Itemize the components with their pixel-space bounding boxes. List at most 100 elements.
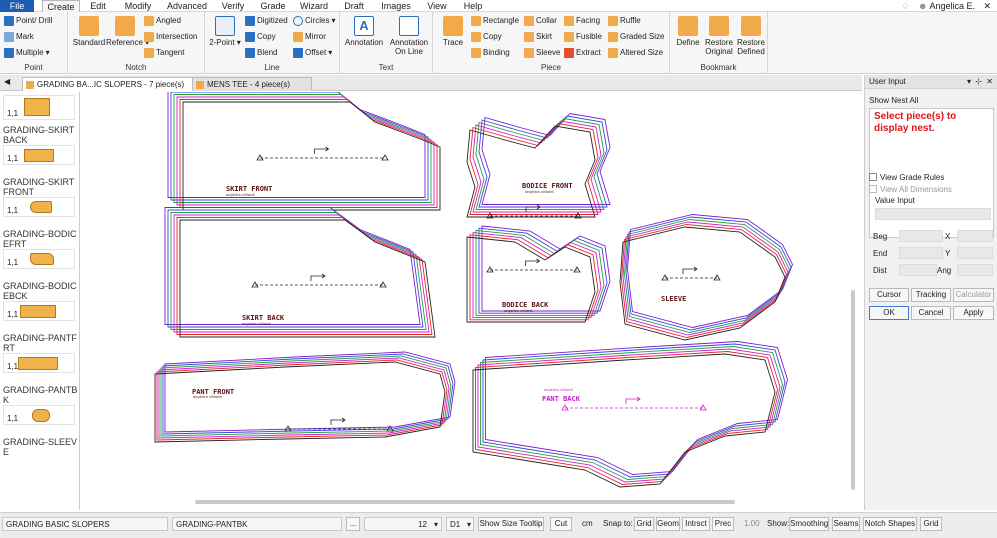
menu-modify[interactable]: Modify: [120, 0, 156, 12]
pant-back-piece[interactable]: [472, 341, 788, 488]
piece-thumbnail[interactable]: 1,1: [3, 197, 75, 217]
style-name-field[interactable]: GRADING BASIC SLOPERS: [2, 517, 168, 531]
end-field[interactable]: [899, 247, 943, 259]
standard-notch-button[interactable]: Standard: [71, 16, 107, 47]
view-all-dimensions-checkbox[interactable]: View All Dimensions: [869, 185, 952, 194]
reference-notch-button[interactable]: Reference ▾: [106, 16, 149, 47]
piece-thumbnail[interactable]: 1,1: [3, 353, 75, 373]
snap-prec-button[interactable]: Prec: [712, 517, 734, 531]
binding-button[interactable]: Binding: [471, 47, 510, 59]
horizontal-scrollbar[interactable]: [195, 500, 735, 504]
tab-scroll-left-icon[interactable]: ◀: [4, 77, 10, 86]
panel-close-icon[interactable]: ✕: [986, 75, 993, 89]
altered-size-button[interactable]: Altered Size: [608, 47, 663, 59]
piece-name[interactable]: GRADING-SKIRTBACK: [3, 125, 79, 145]
skirt-front-piece[interactable]: [167, 89, 441, 211]
cut-button[interactable]: Cut: [550, 517, 572, 531]
tab-grading-basic-slopers[interactable]: GRADING BA...IC SLOPERS - 7 piece(s): [22, 77, 198, 91]
menu-edit[interactable]: Edit: [84, 0, 112, 12]
point-drill-button[interactable]: Point/ Drill: [4, 15, 52, 27]
show-size-tooltip-button[interactable]: Show Size Tooltip: [478, 517, 544, 531]
tab-mens-tee[interactable]: MENS TEE - 4 piece(s): [192, 77, 312, 91]
menu-verify[interactable]: Verify: [218, 0, 248, 12]
piece-thumbnail[interactable]: 1,1: [3, 145, 75, 165]
snap-intrsct-button[interactable]: Intrsct: [682, 517, 710, 531]
line-copy-button[interactable]: Copy: [245, 31, 276, 43]
restore-defined-button[interactable]: Restore Defined: [735, 16, 767, 56]
show-notch-shapes-button[interactable]: Notch Shapes: [863, 517, 917, 531]
dimension-select[interactable]: D1 ▾: [446, 517, 474, 531]
piece-name[interactable]: GRADING-SLEEVE: [3, 437, 79, 457]
ruffle-button[interactable]: Ruffle: [608, 15, 641, 27]
rectangle-button[interactable]: Rectangle: [471, 15, 519, 27]
angled-button[interactable]: Angled: [144, 15, 181, 27]
cursor-button[interactable]: Cursor: [869, 288, 909, 302]
browse-button[interactable]: ...: [346, 517, 360, 531]
collar-button[interactable]: Collar: [524, 15, 557, 27]
piece-name-field[interactable]: GRADING-PANTBK: [172, 517, 342, 531]
menu-advanced[interactable]: Advanced: [166, 0, 208, 12]
piece-thumbnail[interactable]: 1,1: [3, 405, 75, 425]
menu-images[interactable]: Images: [378, 0, 414, 12]
unit-label[interactable]: cm: [582, 517, 593, 531]
show-seams-button[interactable]: Seams: [832, 517, 860, 531]
define-bookmark-button[interactable]: Define: [673, 16, 703, 47]
snap-grid-button[interactable]: Grid: [634, 517, 654, 531]
skirt-button[interactable]: Skirt: [524, 31, 552, 43]
pin-icon[interactable]: ⊹: [975, 75, 982, 89]
bodice-front-piece[interactable]: [466, 113, 611, 218]
annotation-button[interactable]: A Annotation: [342, 16, 386, 47]
piece-name[interactable]: GRADING-BODICEFRT: [3, 229, 79, 249]
digitized-button[interactable]: Digitized: [245, 15, 288, 27]
piece-name[interactable]: GRADING-PANTBK: [3, 385, 79, 405]
calculator-button[interactable]: Calculator: [953, 288, 994, 302]
sleeve-button[interactable]: Sleeve: [524, 47, 560, 59]
piece-thumbnail[interactable]: 1,1: [3, 249, 75, 269]
mark-button[interactable]: Mark: [4, 31, 34, 43]
multiple-button[interactable]: Multiple ▾: [4, 47, 50, 59]
menu-grade[interactable]: Grade: [258, 0, 288, 12]
graded-size-button[interactable]: Graded Size: [608, 31, 664, 43]
menu-draft[interactable]: Draft: [340, 0, 368, 12]
close-window-icon[interactable]: ✕: [983, 0, 991, 12]
trace-button[interactable]: Trace: [437, 16, 469, 47]
menu-create[interactable]: Create: [42, 0, 80, 12]
sleeve-piece[interactable]: [619, 214, 793, 341]
ok-button[interactable]: OK: [869, 306, 909, 320]
show-smoothing-button[interactable]: Smoothing: [789, 517, 829, 531]
restore-original-button[interactable]: Restore Original: [703, 16, 735, 56]
menu-help[interactable]: Help: [460, 0, 486, 12]
menu-view[interactable]: View: [424, 0, 450, 12]
piece-name[interactable]: GRADING-SKIRTFRONT: [3, 177, 79, 197]
circles-button[interactable]: Circles ▾: [293, 15, 335, 27]
blend-button[interactable]: Blend: [245, 47, 277, 59]
apply-button[interactable]: Apply: [953, 306, 994, 320]
bell-icon[interactable]: ♢: [901, 1, 909, 11]
show-grid-button[interactable]: Grid: [920, 517, 942, 531]
intersection-button[interactable]: Intersection: [144, 31, 197, 43]
mirror-button[interactable]: Mirror: [293, 31, 326, 43]
two-point-button[interactable]: 2-Point ▾: [209, 16, 241, 47]
tracking-button[interactable]: Tracking: [911, 288, 951, 302]
pattern-canvas[interactable]: SKIRT FRONT SKIRT BACK BODICE FRONT BODI…: [85, 89, 855, 508]
tangent-button[interactable]: Tangent: [144, 47, 184, 59]
piece-name[interactable]: GRADING-BODICEBCK: [3, 281, 79, 301]
facing-button[interactable]: Facing: [564, 15, 600, 27]
offset-button[interactable]: Offset ▾: [293, 47, 332, 59]
dist-field[interactable]: [899, 264, 937, 276]
vertical-scrollbar[interactable]: [851, 290, 855, 490]
value-input-field[interactable]: [875, 208, 991, 220]
cancel-button[interactable]: Cancel: [911, 306, 951, 320]
skirt-back-piece[interactable]: [164, 207, 436, 338]
fusible-button[interactable]: Fusible: [564, 31, 602, 43]
ang-field[interactable]: [957, 264, 993, 276]
menu-wizard[interactable]: Wizard: [298, 0, 330, 12]
view-grade-rules-checkbox[interactable]: View Grade Rules: [869, 173, 944, 182]
y-field[interactable]: [957, 247, 993, 259]
pattern-drawing[interactable]: SKIRT FRONT SKIRT BACK BODICE FRONT BODI…: [85, 89, 855, 508]
piece-thumbnail[interactable]: 1,1: [3, 95, 75, 120]
beg-field[interactable]: [899, 230, 943, 242]
menu-file[interactable]: File: [0, 0, 34, 12]
annotation-on-line-button[interactable]: Annotation On Line: [387, 16, 431, 56]
user-area[interactable]: ♢ ☻ Angelica E.: [901, 0, 975, 12]
